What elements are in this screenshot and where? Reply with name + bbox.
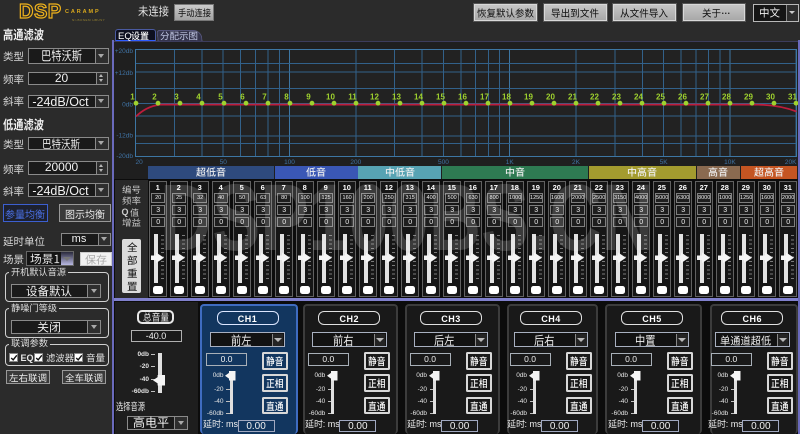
svg-text:19: 19 [524,93,533,102]
svg-text:12: 12 [370,93,379,102]
svg-text:15: 15 [436,93,445,102]
svg-text:-12db: -12db [116,133,133,140]
svg-text:11: 11 [348,93,357,102]
svg-text:14: 14 [414,93,423,102]
svg-text:6: 6 [240,93,245,102]
svg-text:8: 8 [284,93,289,102]
svg-text:22: 22 [590,93,599,102]
svg-text:27: 27 [700,93,709,102]
svg-text:1: 1 [130,93,135,102]
svg-text:-20db: -20db [116,153,133,160]
svg-text:5: 5 [218,93,223,102]
svg-text:20: 20 [546,93,555,102]
svg-text:18: 18 [502,93,511,102]
svg-text:13: 13 [392,93,401,102]
svg-text:9: 9 [306,93,311,102]
svg-text:10: 10 [326,93,335,102]
svg-text:23: 23 [612,93,621,102]
svg-text:17: 17 [480,93,489,102]
svg-text:31: 31 [788,93,797,102]
svg-text:+20db: +20db [115,48,134,55]
svg-text:30: 30 [766,93,775,102]
svg-text:2: 2 [152,93,157,102]
svg-text:3: 3 [174,93,179,102]
svg-text:29: 29 [744,93,753,102]
svg-text:28: 28 [722,93,731,102]
svg-text:21: 21 [568,93,577,102]
svg-text:24: 24 [634,93,643,102]
svg-text:7: 7 [262,93,267,102]
svg-text:16: 16 [458,93,467,102]
svg-text:20: 20 [136,159,144,166]
svg-text:0db: 0db [122,102,133,109]
svg-text:+12db: +12db [115,70,134,77]
svg-text:4: 4 [196,93,201,102]
svg-text:25: 25 [656,93,665,102]
svg-text:26: 26 [678,93,687,102]
